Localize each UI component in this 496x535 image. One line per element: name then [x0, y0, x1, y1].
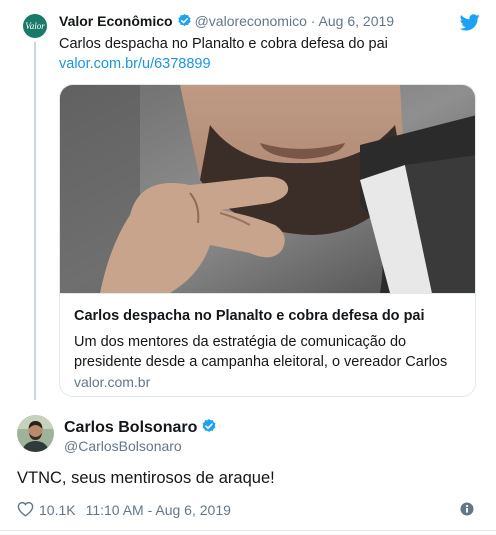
- valor-avatar-text: Valor: [25, 21, 45, 31]
- like-count[interactable]: 10.1K: [39, 502, 76, 518]
- author-name-text: Carlos Bolsonaro: [64, 419, 198, 436]
- card-body: Carlos despacha no Planalto e cobra defe…: [60, 293, 475, 396]
- tweet-timestamp[interactable]: 11:10 AM - Aug 6, 2019: [86, 502, 231, 518]
- card-description: Um dos mentores da estratégia de comunic…: [74, 334, 448, 370]
- author-handle[interactable]: @CarlosBolsonaro: [64, 438, 182, 454]
- quoted-tweet-date[interactable]: Aug 6, 2019: [319, 13, 395, 29]
- tweet-text: VTNC, seus mentirosos de araque!: [17, 469, 275, 487]
- info-icon[interactable]: [460, 502, 474, 516]
- valor-avatar[interactable]: Valor: [23, 14, 47, 38]
- card-domain: valor.com.br: [74, 374, 151, 390]
- heart-icon[interactable]: [17, 501, 34, 520]
- twitter-bird-icon[interactable]: [459, 14, 480, 31]
- quoted-author-handle[interactable]: @valoreconomico: [195, 13, 307, 29]
- carlos-avatar[interactable]: [17, 415, 54, 452]
- thread-connector: [34, 42, 36, 400]
- card-title: Carlos despacha no Planalto e cobra defe…: [74, 308, 425, 324]
- quoted-tweet-header: Valor Econômico @valoreconomico · Aug 6, …: [59, 13, 459, 33]
- quoted-tweet-link[interactable]: valor.com.br/u/6378899: [59, 56, 211, 72]
- bottom-divider: [0, 530, 496, 531]
- verified-badge-icon: [201, 418, 217, 439]
- card-photo: [60, 85, 475, 293]
- header-separator: ·: [310, 13, 316, 29]
- quoted-author-name[interactable]: Valor Econômico: [59, 13, 173, 29]
- tweet-footer: 10.1K 11:10 AM - Aug 6, 2019: [17, 500, 231, 520]
- link-preview-card[interactable]: Carlos despacha no Planalto e cobra defe…: [59, 84, 476, 397]
- quoted-tweet-text: Carlos despacha no Planalto e cobra defe…: [59, 36, 388, 52]
- author-name[interactable]: Carlos Bolsonaro: [64, 418, 220, 439]
- verified-badge-icon: [177, 13, 192, 31]
